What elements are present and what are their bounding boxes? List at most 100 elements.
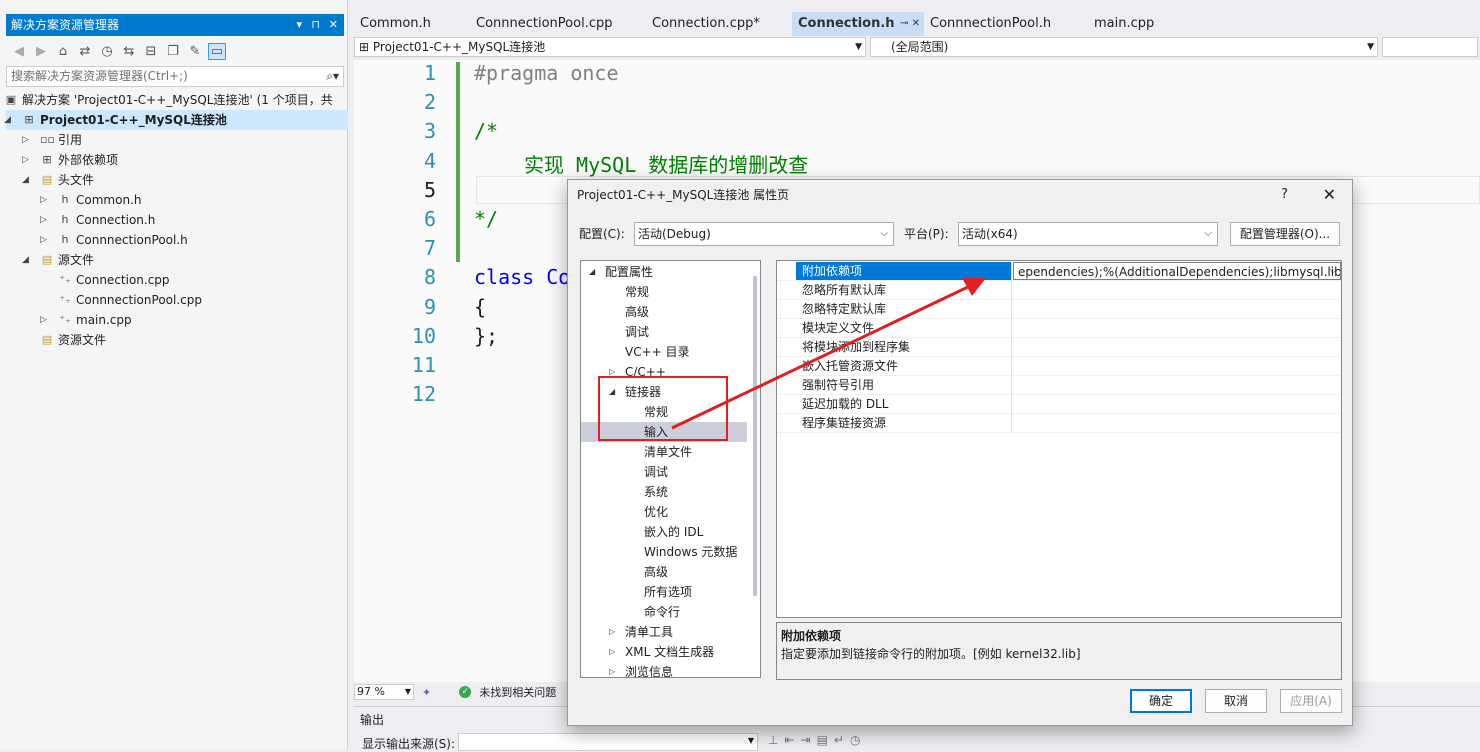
annotation-arrow (671, 278, 986, 430)
check-icon: ✓ (459, 686, 472, 698)
expand-icon[interactable]: ▷ (22, 150, 29, 170)
sync-icon[interactable]: ⇆ (120, 44, 138, 59)
collapse-arrow-icon[interactable]: ◢ (4, 110, 11, 130)
tree-item[interactable]: ▣ 解决方案 'Project01-C++_MySQL连接池' (1 个项目，共 (6, 90, 348, 110)
tab-common-h[interactable]: Common.h (354, 12, 470, 36)
switch-views-icon[interactable]: ⇄ (76, 44, 94, 59)
dropdown-icon[interactable]: ▾ (296, 14, 302, 36)
copy-icon[interactable]: ❐ (164, 44, 182, 59)
search-icon[interactable]: ⌕▾ (326, 67, 339, 86)
tree-item[interactable]: ▤ 资源文件 (6, 330, 348, 350)
project-combo[interactable]: ⊞ Project01-C++_MySQL连接池 ▼ (354, 37, 866, 57)
tree-item-label: Connection.cpp (76, 273, 170, 287)
line-number: 11 (411, 353, 436, 377)
property-value (1013, 395, 1341, 413)
property-tree-label: 清单工具 (625, 625, 674, 639)
tree-item[interactable]: ◢ ▤ 头文件 (6, 170, 348, 190)
expand-icon[interactable]: ▷ (22, 130, 29, 150)
tree-item[interactable]: ▷ h ConnnectionPool.h (6, 230, 348, 250)
property-tree-item[interactable]: 高级 (581, 562, 747, 582)
tree-item[interactable]: ◢ ⊞ Project01-C++_MySQL连接池 (4, 110, 348, 130)
intellicode-icon[interactable]: ✦ (422, 686, 431, 699)
platform-value: 活动(x64) (962, 227, 1018, 241)
property-value[interactable]: ependencies);%(AdditionalDependencies);l… (1013, 262, 1341, 280)
collapse-arrow-icon[interactable]: ◢ (22, 250, 29, 270)
property-tree-item[interactable]: 命令行 (581, 602, 747, 622)
ok-button[interactable]: 确定 (1130, 689, 1192, 713)
expand-icon[interactable]: ▷ (40, 230, 47, 250)
expand-icon[interactable]: ▷ (40, 190, 47, 210)
tab-connection-cpp-[interactable]: Connection.cpp* (646, 12, 792, 36)
property-value (1013, 281, 1341, 299)
zoom-value: 97 % (357, 685, 385, 698)
tree-item[interactable]: ⁺₊ Connection.cpp (6, 270, 348, 290)
property-tree-item[interactable]: 调试 (581, 462, 747, 482)
property-tree-item[interactable]: ▷ 清单工具 (581, 622, 747, 642)
tab-pin-close-icon[interactable]: ⊸ ✕ (900, 12, 920, 36)
property-tree-item[interactable]: ▷ 浏览信息 (581, 662, 747, 677)
prev-icon[interactable]: ⇤ (784, 733, 800, 747)
zoom-combo[interactable]: 97 % ▼ (354, 684, 414, 700)
tab-label: main.cpp (1094, 16, 1155, 31)
tree-item-label: Common.h (76, 193, 142, 207)
tab-connnectionpool-cpp[interactable]: ConnnectionPool.cpp (470, 12, 646, 36)
pin-icon[interactable]: ⊓ (311, 14, 320, 36)
clear-icon[interactable]: ▤ (817, 733, 834, 747)
tree-item[interactable]: ▷ h Common.h (6, 190, 348, 210)
home-icon[interactable]: ⌂ (54, 44, 72, 59)
tree-item[interactable]: ⁺₊ ConnnectionPool.cpp (6, 290, 348, 310)
folder-icon: ▤ (41, 253, 53, 266)
property-tree-item[interactable]: 所有选项 (581, 582, 747, 602)
expand-icon[interactable]: ▷ (609, 642, 615, 662)
cancel-button[interactable]: 取消 (1205, 689, 1267, 713)
help-button[interactable]: ? (1281, 180, 1288, 210)
close-icon[interactable]: ✕ (329, 14, 338, 36)
wrap-icon[interactable]: ↵ (834, 733, 850, 747)
property-tree-item[interactable]: 系统 (581, 482, 747, 502)
expand-icon[interactable]: ▷ (609, 622, 615, 642)
tree-item-label: Project01-C++_MySQL连接池 (40, 113, 227, 127)
next-icon[interactable]: ⇥ (801, 733, 817, 747)
member-combo[interactable] (1382, 37, 1478, 57)
tree-item[interactable]: ▷ ⁺₊ main.cpp (6, 310, 348, 330)
output-toolbar: ⊥⇤⇥▤↵◷ (768, 733, 866, 747)
tab-connnectionpool-h[interactable]: ConnnectionPool.h (924, 12, 1088, 36)
chevron-down-icon[interactable]: ⌵ (1329, 262, 1337, 280)
config-combo[interactable]: 活动(Debug) ⌵ (634, 222, 894, 246)
code-line: 实现 MySQL 数据库的增删改查 (524, 152, 809, 177)
collapse-arrow-icon[interactable]: ◢ (22, 170, 29, 190)
close-button[interactable]: ✕ (1323, 180, 1336, 210)
property-tree-item[interactable]: ▷ XML 文档生成器 (581, 642, 747, 662)
history-icon[interactable]: ◷ (98, 44, 116, 59)
wrench-icon[interactable]: ✎ (186, 44, 204, 59)
property-tree-item[interactable]: 嵌入的 IDL (581, 522, 747, 542)
search-input[interactable]: 搜索解决方案资源管理器(Ctrl+;) ⌕▾ (6, 66, 344, 87)
collapse-icon[interactable]: ⊟ (142, 44, 160, 59)
solution-explorer-panel: 解决方案资源管理器 ▾ ⊓ ✕ ◀ ▶ ⌂ ⇄ ◷ ⇆ ⊟ ❐ ✎ ▭ 搜索解决… (0, 0, 348, 749)
platform-combo[interactable]: 活动(x64) ⌵ (958, 222, 1218, 246)
tree-item[interactable]: ▷ ▫▫ 引用 (6, 130, 348, 150)
tab-connection-h[interactable]: Connection.h ⊸ ✕ (792, 12, 924, 36)
property-value (1013, 414, 1341, 432)
config-manager-button[interactable]: 配置管理器(O)... (1230, 222, 1340, 246)
preview-icon[interactable]: ▭ (208, 42, 226, 60)
expand-icon[interactable]: ▷ (40, 310, 47, 330)
output-source-combo[interactable]: ▼ (458, 733, 758, 751)
tree-item[interactable]: ▷ h Connection.h (6, 210, 348, 230)
tree-item-label: Connection.h (76, 213, 156, 227)
apply-button[interactable]: 应用(A) (1280, 689, 1342, 713)
find-icon[interactable]: ⊥ (768, 733, 784, 747)
expand-icon[interactable]: ▷ (40, 210, 47, 230)
issues-status[interactable]: 未找到相关问题 (479, 684, 556, 700)
property-tree-item[interactable]: 优化 (581, 502, 747, 522)
scope-combo[interactable]: (全局范围) ▼ (870, 37, 1378, 57)
back-icon[interactable]: ◀ (10, 44, 28, 59)
property-tree-item[interactable]: Windows 元数据 (581, 542, 747, 562)
tree-item[interactable]: ▷ ⊞ 外部依赖项 (6, 150, 348, 170)
tab-main-cpp[interactable]: main.cpp (1088, 12, 1188, 36)
tree-item[interactable]: ◢ ▤ 源文件 (6, 250, 348, 270)
line-number: 4 (423, 148, 436, 173)
clock-icon[interactable]: ◷ (850, 733, 866, 747)
expand-icon[interactable]: ▷ (609, 662, 615, 677)
forward-icon[interactable]: ▶ (32, 44, 50, 59)
